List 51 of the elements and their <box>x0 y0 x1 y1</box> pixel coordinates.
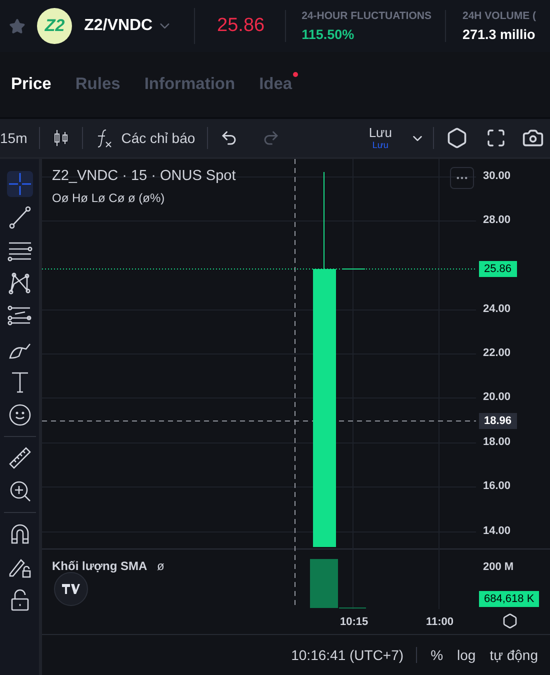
time-axis-label: 11:00 <box>426 616 454 628</box>
candles-icon[interactable] <box>52 128 70 148</box>
pair-name[interactable]: Z2/VNDC <box>84 17 153 35</box>
price-axis-label: 22.00 <box>483 347 511 359</box>
indicators-button[interactable]: Các chỉ báo <box>83 119 208 157</box>
tradingview-logo[interactable] <box>54 572 88 606</box>
function-icon <box>95 128 114 148</box>
last-price-tag: 25.86 <box>479 261 517 277</box>
last-price: 25.86 <box>194 8 285 44</box>
crosshair-icon[interactable] <box>6 171 32 197</box>
stat-label: 24-HOUR FLUCTUATIONS <box>302 10 432 22</box>
stat-label: 24H VOLUME ( <box>462 10 536 22</box>
scale-button[interactable]: % <box>430 647 444 663</box>
axis-settings-icon[interactable] <box>502 613 518 629</box>
price-axis-label: 18.00 <box>483 436 511 448</box>
scale-button[interactable]: log <box>457 647 476 663</box>
trend-line-icon[interactable] <box>6 204 32 230</box>
chart-title: Z2_VNDC · 15 · ONUS Spot <box>52 168 236 184</box>
volume-value: ø <box>157 559 164 573</box>
star-icon[interactable] <box>9 18 26 34</box>
logo-mark-icon <box>62 584 80 594</box>
coin-logo: Z2 <box>37 8 72 44</box>
status-time: 10:16:41 (UTC+7) <box>291 647 417 663</box>
scale-button[interactable]: tự động <box>490 647 538 663</box>
more-button[interactable] <box>450 167 474 189</box>
tab[interactable]: Price <box>11 75 52 94</box>
stat-value: 115.50% <box>302 27 356 42</box>
price-axis-label: 14.00 <box>483 525 511 537</box>
crosshair-price-tag: 18.96 <box>479 413 517 429</box>
smiley-icon[interactable] <box>6 402 32 428</box>
settings-icon[interactable] <box>446 127 468 149</box>
volume-axis-label: 200 M <box>483 561 514 573</box>
volume-label: Khối lượng SMA <box>52 559 148 573</box>
notification-dot <box>293 72 298 77</box>
price-axis-label: 30.00 <box>483 170 511 182</box>
price-axis-label: 24.00 <box>483 303 511 315</box>
time-axis-label: 10:15 <box>340 616 368 628</box>
save-sublabel: Lưu <box>372 141 388 150</box>
interval-button[interactable]: 15m <box>0 119 40 157</box>
fullscreen-icon[interactable] <box>486 128 506 148</box>
ruler-icon[interactable] <box>6 445 32 471</box>
stat-value: 271.3 millio <box>462 27 536 42</box>
price-axis-label: 20.00 <box>483 391 511 403</box>
ohlc-values: Oø Hø Lø Cø ø (ø%) <box>52 191 165 205</box>
save-button[interactable]: Lưu <box>368 126 392 139</box>
camera-icon[interactable] <box>522 127 544 149</box>
pattern-icon[interactable] <box>6 270 32 296</box>
volume-last-tag: 684,618 K <box>479 591 540 607</box>
undo-icon[interactable] <box>220 129 238 147</box>
price-axis-label: 16.00 <box>483 480 511 492</box>
price-axis-label: 28.00 <box>483 214 511 226</box>
